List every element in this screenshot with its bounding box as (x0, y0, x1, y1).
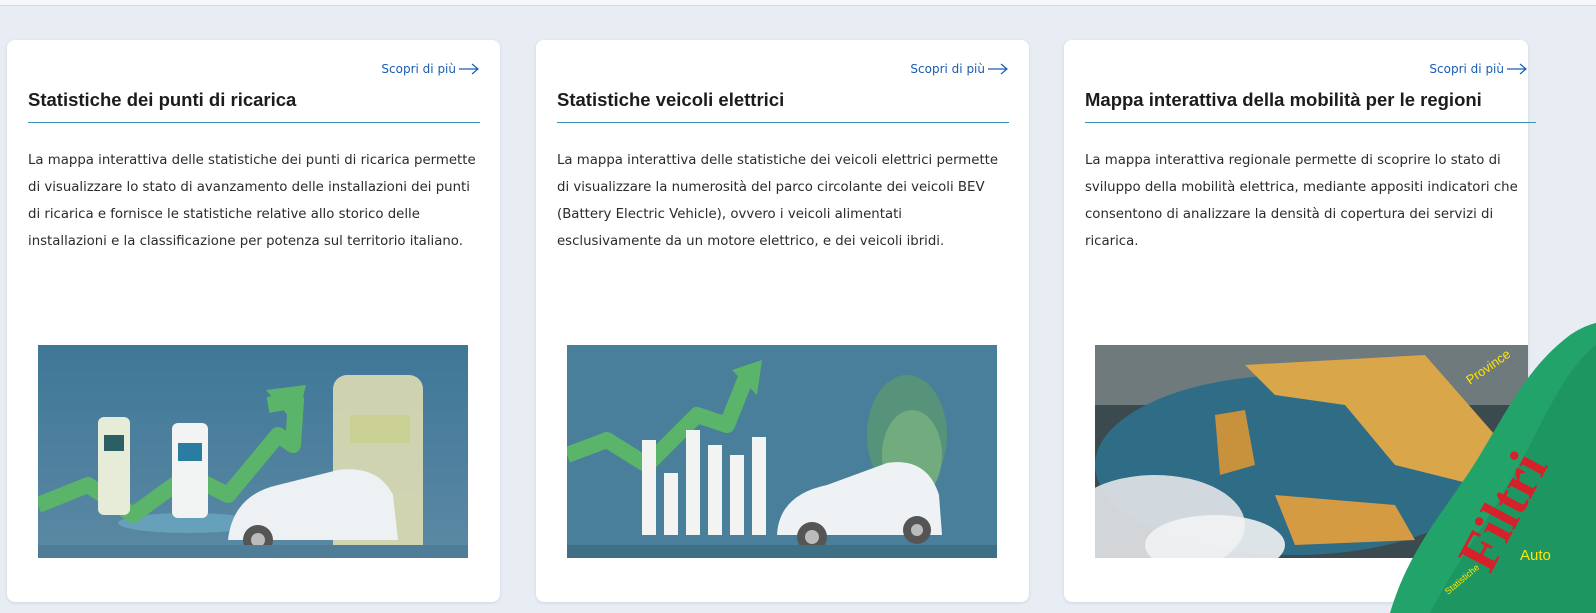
card-ev-stats[interactable]: Scopri di più Statistiche veicoli elettr… (536, 40, 1029, 602)
discover-more-link[interactable]: Scopri di più (381, 62, 480, 76)
card-description: La mappa interattiva regionale permette … (1085, 153, 1518, 249)
card-regional-map[interactable]: Scopri di più Mappa interattiva della mo… (1064, 40, 1536, 602)
arrow-right-icon (1507, 63, 1527, 75)
discover-more-link[interactable]: Scopri di più (1429, 62, 1528, 76)
discover-more-link[interactable]: Scopri di più (910, 62, 1009, 76)
title-divider (28, 122, 480, 123)
title-divider (557, 122, 1009, 123)
card-title: Mappa interattiva della mobilità per le … (1085, 89, 1482, 110)
discover-more-label: Scopri di più (1429, 62, 1504, 76)
top-bar-edge (0, 0, 1596, 6)
discover-more-label: Scopri di più (910, 62, 985, 76)
discover-more-label: Scopri di più (381, 62, 456, 76)
electric-vehicles-illustration[interactable] (567, 345, 997, 558)
title-divider (1085, 122, 1536, 123)
card-description: La mappa interattiva delle statistiche d… (557, 153, 999, 249)
card-title: Statistiche dei punti di ricarica (28, 89, 297, 110)
italy-3d-map-illustration[interactable] (1095, 345, 1528, 558)
card-title: Statistiche veicoli elettrici (557, 89, 785, 110)
arrow-right-icon (459, 63, 479, 75)
card-description: La mappa interattiva delle statistiche d… (28, 153, 476, 249)
card-charging-stats[interactable]: Scopri di più Statistiche dei punti di r… (7, 40, 500, 602)
charging-stations-illustration[interactable] (38, 345, 468, 558)
arrow-right-icon (988, 63, 1008, 75)
